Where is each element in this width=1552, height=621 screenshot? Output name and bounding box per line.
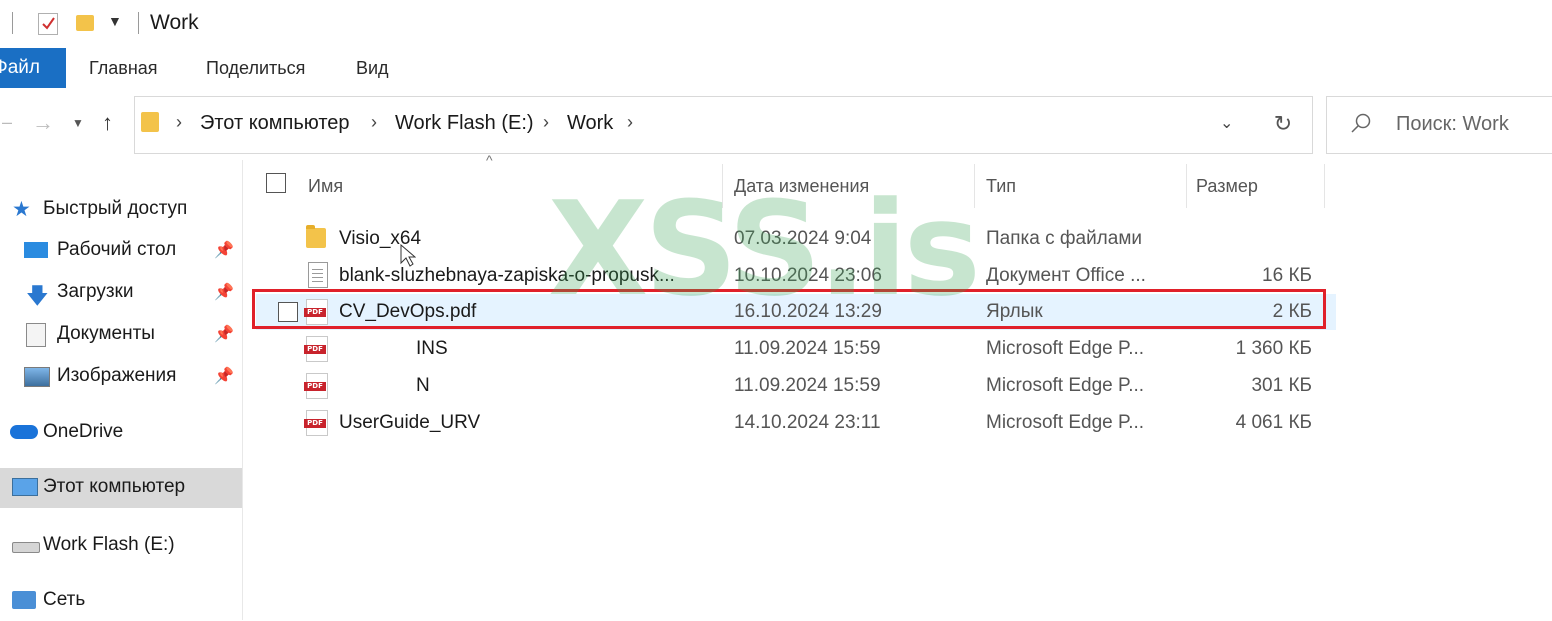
- file-type: Microsoft Edge P...: [986, 375, 1145, 396]
- pdf-icon: PDF: [304, 373, 328, 399]
- documents-icon: [26, 323, 46, 347]
- file-name: N: [416, 375, 430, 396]
- breadcrumb-drive[interactable]: Work Flash (E:): [395, 112, 534, 135]
- chevron-right-icon[interactable]: ›: [371, 112, 377, 133]
- customize-quick-access-icon[interactable]: ▼: [108, 13, 122, 29]
- sidebar-item-desktop[interactable]: Рабочий стол 📌: [0, 231, 242, 271]
- up-icon[interactable]: ↑: [102, 110, 113, 136]
- refresh-button[interactable]: ↻: [1254, 96, 1313, 154]
- file-row[interactable]: PDF N 11.09.2024 15:59 Microsoft Edge P.…: [256, 368, 1336, 404]
- sidebar-item-network[interactable]: Сеть: [0, 581, 242, 621]
- title-separator: [138, 12, 139, 34]
- chevron-right-icon[interactable]: ›: [627, 112, 633, 133]
- sidebar-item-label: Этот компьютер: [43, 476, 186, 497]
- file-row[interactable]: PDF UserGuide_URV 14.10.2024 23:11 Micro…: [256, 405, 1336, 441]
- forward-icon[interactable]: →: [32, 110, 54, 136]
- file-date: 11.09.2024 15:59: [734, 375, 881, 396]
- window-title: Work: [150, 11, 199, 34]
- pin-icon[interactable]: 📌: [214, 324, 234, 344]
- chevron-right-icon[interactable]: ›: [176, 112, 182, 133]
- sidebar-item-quick-access[interactable]: ★ Быстрый доступ: [0, 190, 242, 230]
- drive-icon: [12, 542, 40, 553]
- column-header-name[interactable]: Имя: [308, 164, 343, 208]
- sort-ascending-icon: ^: [486, 152, 493, 168]
- file-size: 1 360 КБ: [1235, 338, 1312, 359]
- folder-icon: [306, 225, 326, 248]
- sidebar-item-label: Изображения: [57, 365, 177, 386]
- sidebar-item-label: Быстрый доступ: [43, 198, 188, 219]
- star-icon: ★: [12, 198, 31, 221]
- desktop-icon: [24, 242, 48, 258]
- select-all-checkbox[interactable]: [266, 173, 286, 193]
- file-type: Microsoft Edge P...: [986, 412, 1145, 433]
- file-name: UserGuide_URV: [339, 412, 481, 433]
- refresh-icon: ↻: [1273, 111, 1293, 136]
- file-date: 14.10.2024 23:11: [734, 412, 881, 433]
- properties-icon[interactable]: [38, 13, 58, 35]
- tab-share[interactable]: Поделиться: [206, 58, 305, 79]
- sidebar-item-work-flash[interactable]: Work Flash (E:): [0, 526, 242, 566]
- column-header-type[interactable]: Тип: [986, 164, 1016, 208]
- column-header-size[interactable]: Размер: [1196, 164, 1258, 208]
- file-date: 11.09.2024 15:59: [734, 338, 881, 359]
- column-divider[interactable]: [1186, 164, 1187, 208]
- sidebar-item-documents[interactable]: Документы 📌: [0, 315, 242, 355]
- file-type: Документ Office ...: [986, 265, 1146, 286]
- title-bar: [0, 0, 1552, 46]
- pdf-icon: PDF: [304, 410, 328, 436]
- sidebar-item-pictures[interactable]: Изображения 📌: [0, 357, 242, 397]
- sidebar-item-downloads[interactable]: 🡇 Загрузки 📌: [0, 273, 242, 313]
- file-size: 4 061 КБ: [1235, 412, 1312, 433]
- address-dropdown-icon[interactable]: ⌄: [1220, 113, 1233, 133]
- search-icon: [1350, 112, 1372, 139]
- file-size: 16 КБ: [1262, 265, 1312, 286]
- sidebar-item-label: Work Flash (E:): [43, 534, 175, 555]
- sidebar-item-label: Сеть: [43, 589, 86, 610]
- sidebar-item-onedrive[interactable]: OneDrive: [0, 413, 242, 453]
- new-folder-icon[interactable]: [76, 15, 94, 31]
- file-name: INS: [416, 338, 448, 359]
- tab-home[interactable]: Главная: [89, 58, 158, 79]
- sidebar-item-label: Рабочий стол: [57, 239, 177, 260]
- cloud-icon: [10, 425, 38, 439]
- network-icon: [12, 591, 36, 609]
- file-type: Microsoft Edge P...: [986, 338, 1145, 359]
- tab-view[interactable]: Вид: [356, 58, 389, 79]
- file-size: 301 КБ: [1251, 375, 1312, 396]
- download-icon: 🡇: [26, 283, 49, 308]
- sidebar-item-this-pc[interactable]: Этот компьютер: [0, 468, 242, 508]
- pictures-icon: [24, 367, 50, 387]
- breadcrumb-work[interactable]: Work: [567, 112, 613, 135]
- document-icon: [308, 262, 328, 288]
- back-icon[interactable]: –: [2, 112, 12, 133]
- column-divider[interactable]: [1324, 164, 1325, 208]
- file-tab[interactable]: Файл: [0, 48, 66, 88]
- sidebar-item-label: OneDrive: [43, 421, 124, 442]
- file-type: Папка с файлами: [986, 228, 1143, 249]
- sidebar-item-label: Загрузки: [57, 281, 134, 302]
- folder-icon: [141, 112, 159, 132]
- file-row[interactable]: PDF INS 11.09.2024 15:59 Microsoft Edge …: [256, 331, 1336, 367]
- recent-locations-icon[interactable]: ▼: [72, 116, 84, 130]
- pin-icon[interactable]: 📌: [214, 366, 234, 386]
- sidebar-item-label: Документы: [57, 323, 155, 344]
- pin-icon[interactable]: 📌: [214, 282, 234, 302]
- file-tab-label: Файл: [0, 57, 40, 78]
- pin-icon[interactable]: 📌: [214, 240, 234, 260]
- pdf-icon: PDF: [304, 336, 328, 362]
- watermark-text: XSS.is: [548, 173, 981, 325]
- computer-icon: [12, 478, 38, 496]
- chevron-right-icon[interactable]: ›: [543, 112, 549, 133]
- mouse-cursor-icon: [400, 243, 417, 273]
- title-separator: [12, 12, 13, 34]
- search-input[interactable]: Поиск: Work: [1396, 113, 1509, 136]
- breadcrumb-computer[interactable]: Этот компьютер: [200, 112, 350, 135]
